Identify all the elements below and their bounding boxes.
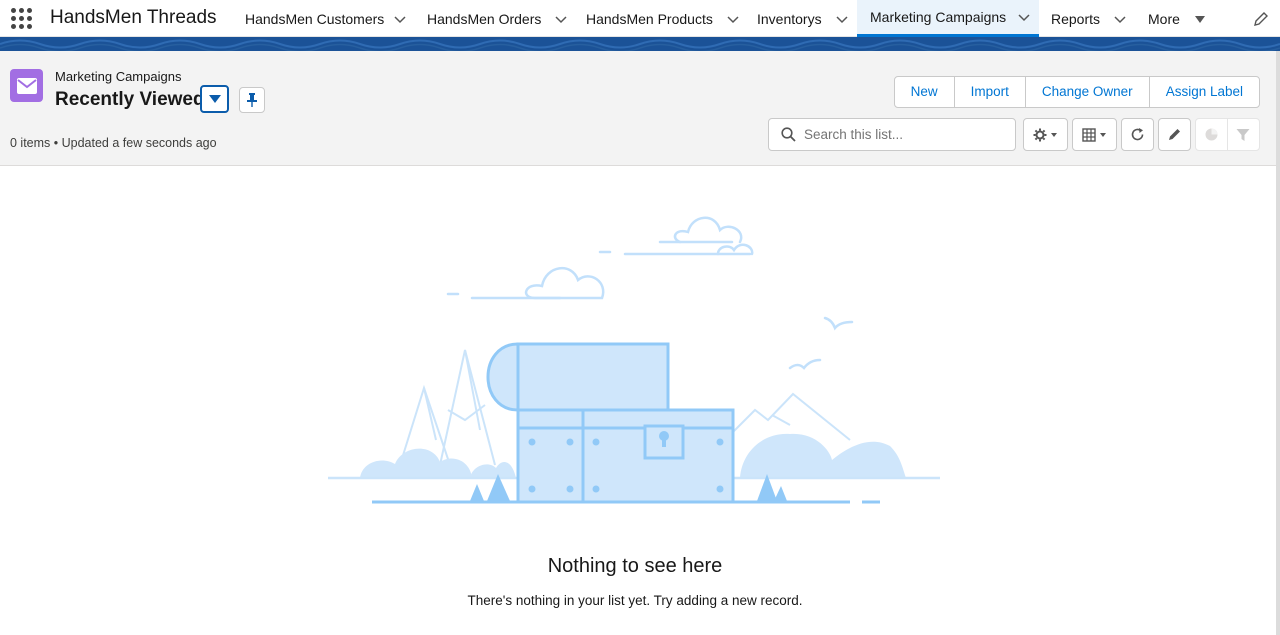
page-scrollbar[interactable] [1276,51,1280,635]
edit-nav-pencil-icon[interactable] [1252,10,1270,28]
nav-item-label: Inventorys [757,10,822,27]
refresh-button[interactable] [1121,118,1154,151]
search-icon [781,127,796,142]
pin-icon [247,93,257,107]
edit-list-button[interactable] [1158,118,1191,151]
refresh-icon [1131,128,1144,141]
empty-state-illustration [328,216,940,504]
list-actions-button-group: New Import Change Owner Assign Label [893,76,1260,108]
caret-down-icon[interactable] [1194,13,1206,25]
list-settings-button[interactable] [1023,118,1068,151]
nav-item-handsmen-customers[interactable]: HandsMen Customers [245,0,406,37]
nav-item-handsmen-orders[interactable]: HandsMen Orders [427,0,567,37]
pencil-icon [1169,129,1180,140]
filter-icon [1236,128,1250,141]
list-view-selector-button[interactable] [200,85,229,113]
search-list-box[interactable] [768,118,1016,151]
list-view-name: Recently Viewed [55,89,205,110]
chevron-down-icon[interactable] [836,13,848,25]
empty-state-message: There's nothing in your list yet. Try ad… [467,593,803,608]
caret-down-icon [208,95,221,103]
nav-item-label: HandsMen Orders [427,10,542,27]
import-button[interactable]: Import [955,77,1026,107]
change-owner-button[interactable]: Change Owner [1026,77,1150,107]
chevron-down-icon[interactable] [394,13,406,25]
list-status-text: 0 items • Updated a few seconds ago [10,136,217,150]
chevron-down-icon[interactable] [1018,11,1030,23]
search-input[interactable] [804,127,1004,142]
nav-item-more[interactable]: More [1148,0,1206,37]
chart-icon [1205,128,1218,141]
new-button[interactable]: New [895,77,955,107]
app-launcher-icon[interactable] [10,7,34,31]
envelope-icon [10,69,43,102]
assign-label-button[interactable]: Assign Label [1150,77,1259,107]
charts-button[interactable] [1196,119,1228,150]
nav-item-reports[interactable]: Reports [1051,0,1126,37]
nav-item-marketing-campaigns[interactable]: Marketing Campaigns [857,0,1039,37]
charts-filters-group [1195,118,1260,151]
chevron-down-icon[interactable] [727,13,739,25]
nav-item-inventorys[interactable]: Inventorys [757,0,848,37]
app-name: HandsMen Threads [50,7,217,28]
table-icon [1081,127,1106,142]
pin-list-view-button[interactable] [239,87,265,113]
nav-item-label: HandsMen Products [586,10,713,27]
nav-item-label: Marketing Campaigns [870,9,1007,25]
empty-state-title: Nothing to see here [547,555,723,577]
chevron-down-icon[interactable] [1114,13,1126,25]
gear-icon [1033,128,1057,141]
display-as-button[interactable] [1072,118,1117,151]
object-label: Marketing Campaigns [55,69,182,84]
top-navigation-bar: HandsMen Threads HandsMen Customers Hand… [0,0,1280,37]
nav-item-label: HandsMen Customers [245,10,385,27]
list-view-header: Marketing Campaigns Recently Viewed 0 it… [0,51,1280,166]
filters-button[interactable] [1228,119,1259,150]
decorative-header-band [0,37,1280,51]
chevron-down-icon[interactable] [555,13,567,25]
nav-item-label: Reports [1051,10,1101,27]
nav-item-handsmen-products[interactable]: HandsMen Products [586,0,739,37]
nav-item-label: More [1148,10,1180,27]
